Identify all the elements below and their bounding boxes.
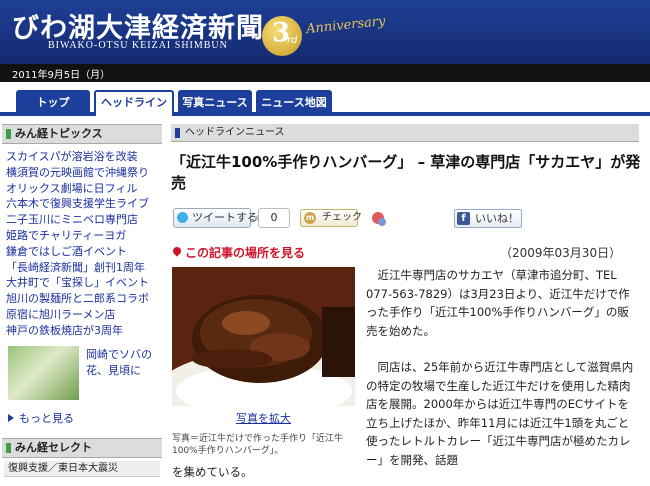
- map-location-link[interactable]: この記事の場所を見る: [173, 244, 305, 261]
- topic-link[interactable]: スカイスパが溶岩浴を改装: [6, 149, 162, 165]
- anniversary-suffix: rd: [287, 35, 298, 46]
- topic-link[interactable]: 「長崎経済新聞」創刊1周年: [6, 260, 162, 276]
- sidebar-select-heading: みん経セレクト: [2, 438, 162, 458]
- facebook-icon: f: [457, 212, 470, 225]
- article-photo[interactable]: [172, 267, 355, 406]
- topic-link[interactable]: 神戸の鉄板焼店が3周年: [6, 323, 162, 339]
- topic-thumbnail-caption[interactable]: 岡崎でソバの花、見頃に: [86, 347, 158, 379]
- hamburg-steak-image: [172, 267, 355, 406]
- topic-link[interactable]: 横須賀の元映画館で沖縄祭り: [6, 165, 162, 181]
- topic-link[interactable]: 大井町で「宝探し」イベント: [6, 275, 162, 291]
- twitter-bird-icon: [177, 212, 188, 223]
- tab-news-map[interactable]: ニュース地図: [256, 90, 332, 116]
- mixi-icon: m: [304, 212, 316, 224]
- topic-link[interactable]: オリックス劇場に日フィル: [6, 181, 162, 197]
- section-heading: ヘッドラインニュース: [171, 124, 639, 142]
- article-paragraph-tail: を集めている。: [172, 465, 253, 479]
- topic-link[interactable]: 原宿に旭川ラーメン店: [6, 307, 162, 323]
- topic-link[interactable]: 姫路でチャリティーヨガ: [6, 228, 162, 244]
- anniversary-text: Anniversary: [305, 13, 387, 38]
- date-bar: 2011年9月5日（月）: [0, 64, 650, 82]
- article-title: 「近江牛100%手作りハンバーグ」 – 草津の専門店「サカエヤ」が発売: [171, 153, 641, 192]
- topic-link[interactable]: 六本木で復興支援学生ライブ: [6, 196, 162, 212]
- topic-link[interactable]: 鎌倉ではしご酒イベント: [6, 244, 162, 260]
- published-date: （2009年03月30日）: [500, 246, 622, 260]
- main-nav: トップ ヘッドライン 写真ニュース ニュース地図: [0, 82, 650, 116]
- topic-link[interactable]: 旭川の製麺所と二郎系コラボ: [6, 291, 162, 307]
- topics-list: スカイスパが溶岩浴を改装 横須賀の元映画館で沖縄祭り オリックス劇場に日フィル …: [6, 149, 162, 339]
- tab-headline[interactable]: ヘッドライン: [94, 90, 174, 116]
- topic-link[interactable]: 二子玉川にミニベロ専門店: [6, 212, 162, 228]
- sidebar-topics-heading: みん経トピックス: [2, 124, 162, 144]
- photo-caption: 写真＝近江牛だけで作った手作り「近江牛100%手作りハンバーグ」。: [172, 434, 344, 456]
- tab-top[interactable]: トップ: [16, 90, 90, 116]
- article-body: 近江牛専門店のサカエヤ（草津市追分町、TEL 077-563-7829）は3月2…: [366, 266, 640, 469]
- article-paragraph: 近江牛専門店のサカエヤ（草津市追分町、TEL 077-563-7829）は3月2…: [366, 268, 630, 338]
- tweet-count[interactable]: 0: [254, 208, 290, 228]
- topic-thumbnail-image[interactable]: [8, 346, 79, 400]
- tab-photo-news[interactable]: 写真ニュース: [178, 90, 252, 116]
- bookmark-icon[interactable]: [372, 212, 386, 226]
- site-header: びわ湖大津経済新聞 BIWAKO-OTSU KEIZAI SHIMBUN 3 r…: [0, 0, 650, 64]
- article-paragraph: 同店は、25年前から近江牛専門店として滋賀県内の特定の牧場で生産した近江牛だけを…: [366, 360, 634, 467]
- select-item[interactable]: 復興支援／東日本大震災: [4, 461, 160, 477]
- photo-enlarge-link[interactable]: 写真を拡大: [236, 410, 291, 426]
- more-link[interactable]: もっと見る: [8, 410, 74, 426]
- site-logo-subtitle: BIWAKO-OTSU KEIZAI SHIMBUN: [48, 40, 228, 51]
- current-date: 2011年9月5日（月）: [12, 70, 111, 81]
